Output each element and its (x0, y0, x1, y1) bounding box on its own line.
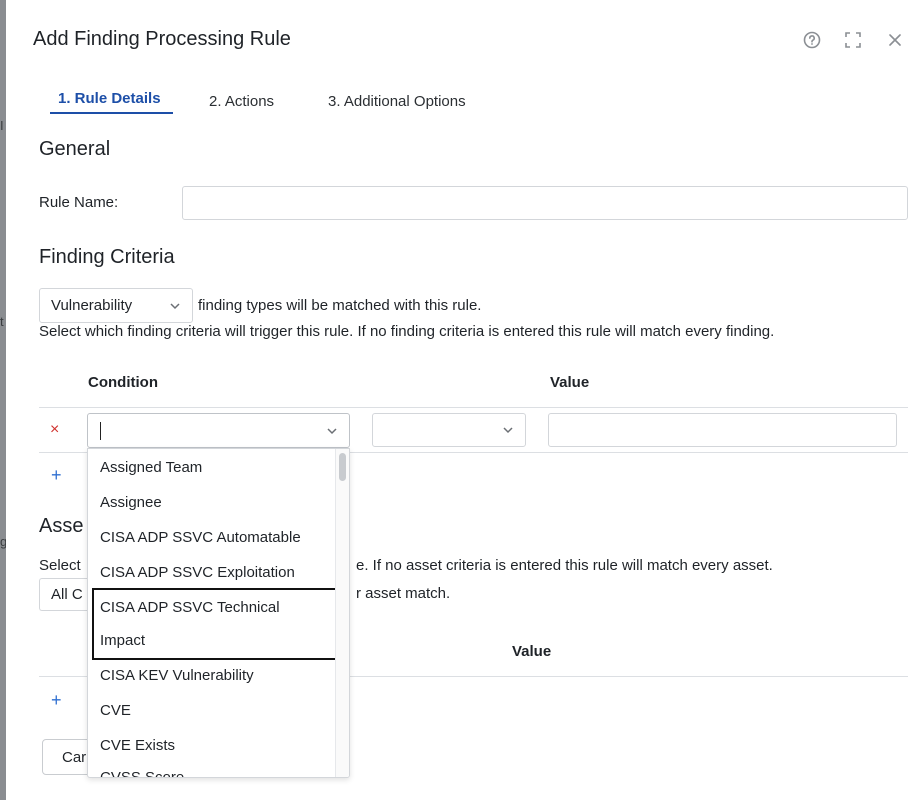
asset-value-column-header: Value (512, 643, 552, 660)
finding-type-suffix: finding types will be matched with this … (198, 297, 482, 314)
general-section-title: General (39, 138, 111, 160)
condition-select[interactable] (87, 413, 350, 448)
dropdown-option[interactable]: CISA ADP SSVC Technical (100, 599, 280, 616)
asset-criteria-description-prefix: Select (39, 557, 81, 574)
finding-type-select-value: Vulnerability (51, 297, 133, 314)
dropdown-option[interactable]: CVE (100, 702, 131, 719)
add-asset-criteria-button[interactable]: + (51, 690, 62, 711)
close-icon[interactable] (884, 29, 906, 51)
table-header-divider (39, 407, 908, 408)
add-finding-criteria-button[interactable]: + (51, 465, 62, 486)
operator-select[interactable] (372, 413, 526, 447)
dropdown-option[interactable]: Assigned Team (100, 459, 202, 476)
chevron-down-icon (170, 302, 180, 309)
cancel-button-label: Car (62, 748, 87, 766)
tab-additional-options[interactable]: 3. Additional Options (328, 93, 466, 110)
dialog-title: Add Finding Processing Rule (33, 28, 291, 50)
remove-criteria-button[interactable]: × (50, 421, 59, 439)
tab-rule-details[interactable]: 1. Rule Details (58, 90, 161, 107)
dropdown-option[interactable]: Impact (100, 632, 145, 649)
criteria-value-input[interactable] (548, 413, 897, 447)
dropdown-option[interactable]: CISA ADP SSVC Automatable (100, 529, 301, 546)
dropdown-option[interactable]: CVE Exists (100, 737, 175, 754)
dropdown-option[interactable]: CVSS Score (100, 769, 184, 777)
dropdown-scrollbar-thumb[interactable] (339, 453, 346, 481)
asset-criteria-section-title: Asse (39, 515, 84, 537)
asset-criteria-description-suffix: e. If no asset criteria is entered this … (356, 557, 773, 574)
condition-dropdown-list[interactable]: Assigned Team Assignee CISA ADP SSVC Aut… (87, 448, 350, 778)
finding-criteria-section-title: Finding Criteria (39, 246, 175, 268)
finding-criteria-description: Select which finding criteria will trigg… (39, 323, 775, 340)
chevron-down-icon (327, 427, 337, 434)
add-rule-dialog: Add Finding Processing Rule 1. Rule Deta… (6, 0, 914, 800)
dropdown-option[interactable]: Assignee (100, 494, 162, 511)
expand-icon[interactable] (842, 29, 864, 51)
asset-match-select-value: All C (51, 586, 83, 603)
dropdown-scrollbar[interactable] (335, 449, 349, 777)
active-tab-indicator (50, 112, 173, 114)
asset-match-suffix: r asset match. (356, 585, 451, 602)
help-circle-icon[interactable] (801, 29, 823, 51)
text-cursor (100, 422, 101, 440)
tab-actions[interactable]: 2. Actions (209, 93, 274, 110)
finding-type-select[interactable]: Vulnerability (39, 288, 193, 323)
dropdown-option[interactable]: CISA KEV Vulnerability (100, 667, 254, 684)
rule-name-label: Rule Name: (39, 194, 119, 211)
condition-column-header: Condition (88, 374, 158, 391)
chevron-down-icon (503, 427, 513, 434)
value-column-header: Value (550, 374, 590, 391)
dropdown-option[interactable]: CISA ADP SSVC Exploitation (100, 564, 295, 581)
rule-name-input[interactable] (182, 186, 908, 220)
